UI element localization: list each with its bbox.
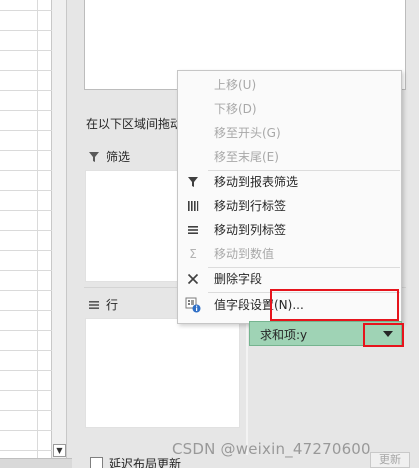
grid-row-line [0,110,52,111]
menu-item-move-to-row-labels[interactable]: 移动到行标签 [178,194,401,218]
filters-area-header: 筛选 [88,148,130,165]
grid-row-line [0,170,52,171]
worksheet-grid[interactable] [0,0,52,458]
columns-icon [185,222,201,238]
sigma-icon: Σ [189,247,197,261]
menu-item-move-to-beginning[interactable]: 移至开头(G) [178,121,401,145]
grid-row-line [0,310,52,311]
rows-icon [185,198,201,214]
menu-item-label: 移动到列标签 [214,223,287,237]
filter-icon [88,151,100,163]
grid-row-line [0,190,52,191]
grid-row-line [0,10,52,11]
grid-row-line [0,210,52,211]
defer-label: 延迟布局更新 [109,457,182,468]
grid-row-line [0,150,52,151]
grid-row-line [0,370,52,371]
grid-row-line [0,410,52,411]
menu-item-label: 移动到报表筛选 [214,175,299,189]
grid-row-line [0,290,52,291]
filters-area-label: 筛选 [106,150,131,164]
grid-row-line [0,390,52,391]
grid-row-line [0,450,52,451]
annotation-highlight [363,323,404,347]
grid-row-line [0,230,52,231]
rows-icon [88,299,100,311]
value-field-label: 求和项:y [260,328,308,342]
menu-item-move-down[interactable]: 下移(D) [178,97,401,121]
defer-layout-update[interactable]: 延迟布局更新 [90,455,181,468]
grid-row-line [0,250,52,251]
update-button[interactable]: 更新 [370,452,410,468]
rows-area-header: 行 [88,296,118,313]
grid-row-line [0,30,52,31]
delete-icon [185,271,201,287]
menu-item-label: 下移(D) [214,102,257,116]
menu-item-remove-field[interactable]: 删除字段 [178,267,401,291]
menu-item-label: 删除字段 [214,272,263,286]
grid-row-line [0,270,52,271]
filter-icon [185,174,201,190]
menu-item-move-to-end[interactable]: 移至末尾(E) [178,145,401,169]
menu-item-label: 移至末尾(E) [214,150,279,164]
menu-item-move-to-report-filter[interactable]: 移动到报表筛选 [178,170,401,194]
menu-item-label: 移至开头(G) [214,126,281,140]
menu-item-move-to-column-labels[interactable]: 移动到列标签 [178,218,401,242]
field-context-menu: 上移(U) 下移(D) 移至开头(G) 移至末尾(E) 移动到报表筛选 移动到行… [177,70,402,324]
grid-row-line [0,330,52,331]
menu-item-label: 移动到数值 [214,247,275,261]
grid-row-line [0,70,52,71]
watermark: CSDN @weixin_47270600 [172,440,371,458]
field-settings-icon [185,297,201,313]
menu-item-label: 上移(U) [214,78,257,92]
horizontal-scrollbar[interactable] [0,458,72,468]
vertical-scrollbar[interactable]: ▼ [52,0,67,458]
menu-item-move-up[interactable]: 上移(U) [178,73,401,97]
grid-row-line [0,90,52,91]
defer-checkbox[interactable] [90,457,103,468]
rows-area-label: 行 [106,298,119,312]
grid-row-line [0,50,52,51]
menu-item-move-to-values[interactable]: Σ 移动到数值 [178,242,401,266]
annotation-highlight [270,289,399,321]
scroll-down-button[interactable]: ▼ [53,444,66,457]
menu-item-label: 移动到行标签 [214,199,287,213]
grid-row-line [0,430,52,431]
rows-area-box[interactable] [85,318,240,428]
grid-row-line [0,130,52,131]
grid-row-line [0,350,52,351]
